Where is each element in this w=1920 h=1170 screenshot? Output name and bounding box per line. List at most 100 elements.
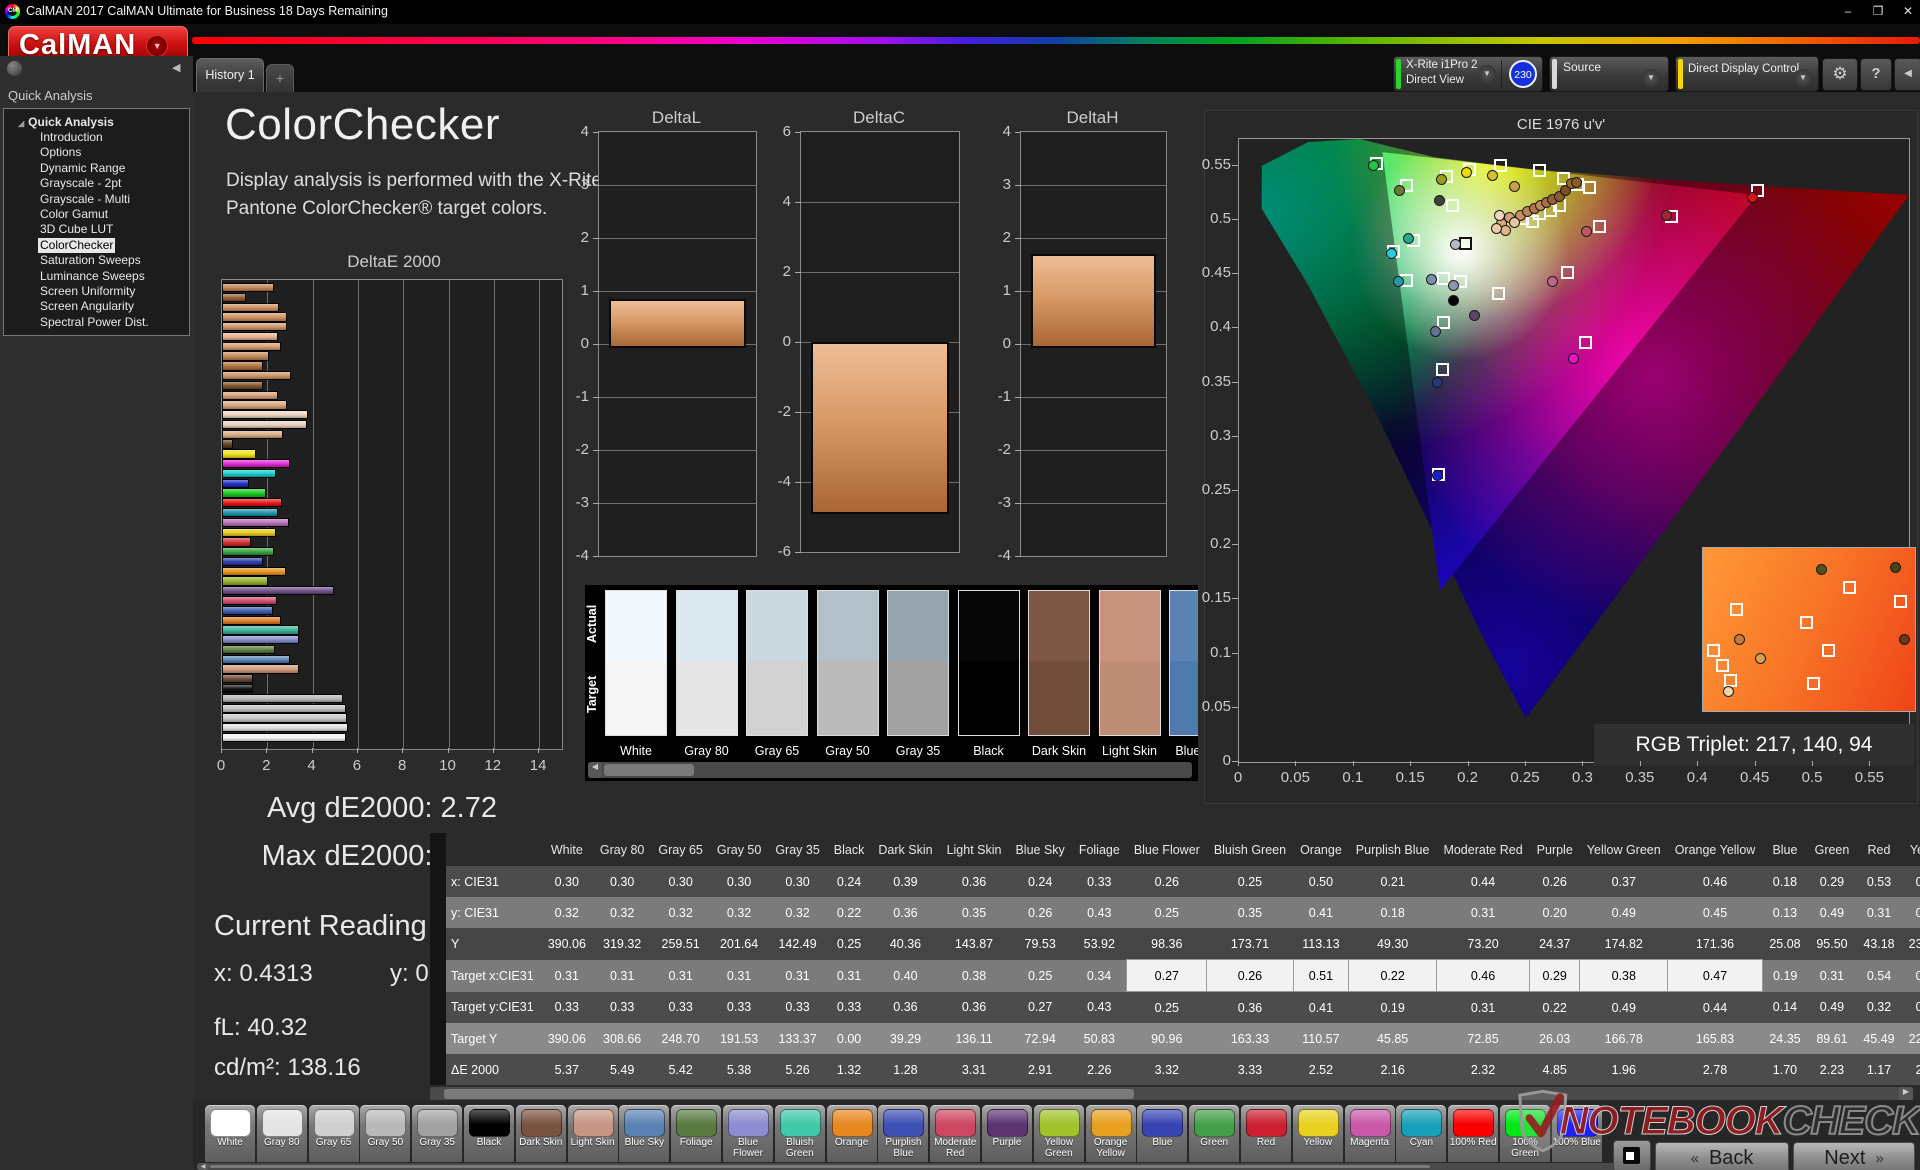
cell-y-cie31-blue-sky: 0.26 (1008, 897, 1072, 928)
patch-target (1099, 661, 1160, 735)
back-button[interactable]: « Back (1655, 1142, 1789, 1170)
cell-target-x-cie31-purple[interactable]: 0.29 (1529, 959, 1581, 992)
legend-label: Orange Yellow (1093, 1137, 1128, 1159)
sidebar-item-spectral-power-dist[interactable]: Spectral Power Dist. (38, 315, 151, 330)
legend-item-magenta[interactable]: Magenta (1344, 1105, 1395, 1162)
help-button[interactable]: ? (1860, 58, 1892, 91)
legend-item-foliage[interactable]: Foliage (671, 1105, 722, 1162)
cell-target-x-cie31-bluish-green[interactable]: 0.26 (1206, 959, 1294, 992)
table-row-y-cie31: y: CIE31 0.32 0.32 0.32 0.32 0.32 0.22 0.36 0.35… (446, 897, 1920, 928)
legend-item-purplish-blue[interactable]: Purplish Blue (878, 1105, 929, 1162)
legend-chip (210, 1109, 251, 1137)
scroll-right-icon[interactable]: ▶ (1899, 1087, 1913, 1101)
sidebar-item-options[interactable]: Options (38, 145, 83, 160)
gear-icon[interactable]: ⚙ (1822, 58, 1858, 91)
cell-target-x-cie31-blue-flower[interactable]: 0.27 (1126, 959, 1208, 992)
legend-item-orange[interactable]: Orange (826, 1105, 877, 1162)
legend-chip (417, 1109, 459, 1137)
meter-dropdown[interactable]: X-Rite i1Pro 2 Direct View ▼ 230 (1393, 56, 1543, 92)
sidebar-item-grayscale-multi[interactable]: Grayscale - Multi (38, 192, 132, 207)
inset-target-square (1806, 676, 1820, 690)
legend-item-red[interactable]: Red (1241, 1105, 1291, 1162)
legend-item-yellow-green[interactable]: Yellow Green (1033, 1105, 1084, 1162)
cell-y-cie31-blue-flower: 0.25 (1126, 897, 1207, 928)
legend-item-100-red[interactable]: 100% Red (1448, 1105, 1499, 1162)
legend-item-gray-80[interactable]: Gray 80 (256, 1105, 307, 1162)
legend-item-100-blue[interactable]: 100% Blue (1551, 1105, 1602, 1162)
tab-history-1[interactable]: History 1 (196, 58, 264, 93)
maximize-icon[interactable]: ❐ (1864, 0, 1892, 23)
close-icon[interactable]: ✕ (1894, 0, 1920, 23)
legend-item-gray-65[interactable]: Gray 65 (308, 1105, 359, 1162)
sidebar-item-screen-uniformity[interactable]: Screen Uniformity (38, 284, 137, 299)
legend-item-blue-sky[interactable]: Blue Sky (619, 1105, 670, 1162)
add-tab-button[interactable]: + (266, 64, 294, 93)
legend-item-gray-35[interactable]: Gray 35 (412, 1105, 463, 1162)
chevron-down-icon[interactable]: ▼ (1478, 65, 1496, 83)
legend-item-yellow[interactable]: Yellow (1292, 1105, 1343, 1162)
gridline (539, 280, 541, 749)
tree-expander-icon[interactable]: ◢ (18, 119, 24, 128)
sidebar-item-color-gamut[interactable]: Color Gamut (38, 207, 110, 222)
sidebar-item-saturation-sweeps[interactable]: Saturation Sweeps (38, 253, 143, 268)
sidebar-item-colorchecker[interactable]: ColorChecker (38, 237, 116, 254)
cell-y-cie31-dark-skin: 0.36 (871, 897, 940, 928)
cell-target-y-white: 390.06 (540, 1023, 593, 1054)
meter-reading-badge[interactable]: 230 (1509, 60, 1537, 88)
minimize-icon[interactable]: – (1834, 0, 1862, 23)
legend-item-white[interactable]: White (205, 1105, 255, 1162)
legend-item-dark-skin[interactable]: Dark Skin (515, 1105, 566, 1162)
chevron-down-icon[interactable]: ▼ (1794, 69, 1812, 87)
sidebar-item-3d-cube-lut[interactable]: 3D Cube LUT (38, 222, 115, 237)
source-dropdown[interactable]: Source ▼ (1549, 56, 1669, 92)
layout-toggle-button[interactable] (1613, 1140, 1651, 1170)
cell-target-x-cie31-moderate-red[interactable]: 0.46 (1435, 959, 1531, 992)
cell-y-gray-50: 201.64 (709, 928, 769, 960)
legend-item-blue-flower[interactable]: Blue Flower (723, 1105, 773, 1162)
legend-item-black[interactable]: Black (464, 1105, 514, 1162)
cell-target-y-purple: 26.03 (1529, 1023, 1580, 1054)
cell-target-x-cie31-orange[interactable]: 0.51 (1292, 959, 1350, 992)
tick-mark (593, 238, 599, 239)
chevron-down-icon[interactable]: ▼ (1642, 69, 1660, 87)
sidebar-collapse-icon[interactable]: ◀ (172, 61, 180, 74)
scrollbar-thumb[interactable] (444, 1089, 1134, 1099)
logo-dropdown-icon[interactable]: ▼ (146, 34, 169, 57)
legend-item-green[interactable]: Green (1189, 1105, 1240, 1162)
cell-target-x-cie31-purplish-blue[interactable]: 0.22 (1348, 959, 1437, 992)
collapse-right-icon[interactable]: ◀ (1894, 58, 1920, 91)
legend-item-purple[interactable]: Purple (982, 1105, 1032, 1162)
scroll-left-icon[interactable]: ◀ (588, 762, 602, 778)
sidebar-item-dynamic-range[interactable]: Dynamic Range (38, 161, 127, 176)
cell-target-x-cie31-yellow-green[interactable]: 0.38 (1579, 959, 1669, 992)
legend-item-100-green[interactable]: 100% Green (1500, 1105, 1550, 1162)
legend-item-gray-50[interactable]: Gray 50 (360, 1105, 411, 1162)
tick-mark (1525, 761, 1526, 766)
tick-mark (356, 748, 358, 753)
scrollbar-thumb[interactable] (604, 764, 694, 776)
legend-label: Yellow (1303, 1137, 1333, 1148)
sidebar-root-item[interactable]: ◢ Quick Analysis (18, 115, 189, 129)
legend-item-cyan[interactable]: Cyan (1396, 1105, 1447, 1162)
table-scrollbar[interactable]: ▶ (430, 1087, 1913, 1101)
record-dot-icon[interactable] (7, 61, 22, 76)
patch-target (676, 661, 737, 735)
deltae-bar (222, 654, 290, 664)
sidebar-item-screen-angularity[interactable]: Screen Angularity (38, 299, 136, 314)
legend-item-orange-yellow[interactable]: Orange Yellow (1085, 1105, 1136, 1162)
legend-scrollbar[interactable]: ◀ (197, 1163, 1637, 1170)
legend-item-bluish-green[interactable]: Bluish Green (774, 1105, 825, 1162)
display-control-dropdown[interactable]: Direct Display Control ▼ (1675, 56, 1819, 92)
legend-item-light-skin[interactable]: Light Skin (567, 1105, 618, 1162)
sidebar-item-luminance-sweeps[interactable]: Luminance Sweeps (38, 269, 147, 284)
cell-target-y-cie31-foliage: 0.43 (1071, 991, 1127, 1023)
sidebar-item-grayscale-2pt[interactable]: Grayscale - 2pt (38, 176, 123, 191)
cell-target-x-cie31-orange-yellow[interactable]: 0.47 (1667, 959, 1763, 992)
cell-target-y-cie31-gray-35: 0.33 (768, 991, 827, 1023)
legend-item-blue[interactable]: Blue (1137, 1105, 1188, 1162)
sidebar-item-introduction[interactable]: Introduction (38, 130, 105, 145)
legend-item-moderate-red[interactable]: Moderate Red (930, 1105, 981, 1162)
scroll-left-icon[interactable]: ◀ (197, 1163, 209, 1170)
swatch-scrollbar[interactable]: ◀ (588, 762, 1192, 778)
scrollbar-thumb[interactable] (210, 1165, 1430, 1168)
